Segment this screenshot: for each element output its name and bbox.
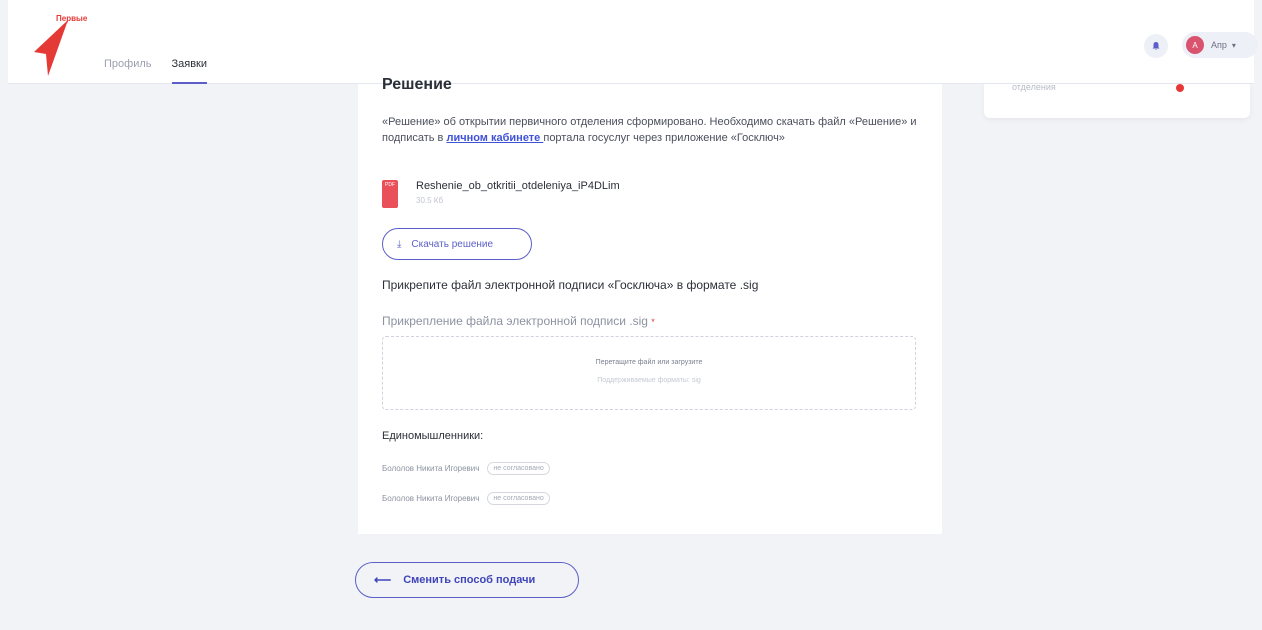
decision-description: «Решение» об открытии первичного отделен…: [382, 114, 922, 146]
person-name: Бололов Никита Игоревич: [382, 464, 480, 473]
dropzone-subtext: Поддерживаемые форматы: sig: [597, 377, 701, 384]
like-minded-item: Бололов Никита Игоревич не согласовано: [382, 462, 550, 475]
status-dot: [1176, 84, 1184, 92]
change-submission-method-button[interactable]: ⟵ Сменить способ подачи: [355, 562, 579, 598]
top-header: Первые Профиль Заявки А Апр ▾: [8, 0, 1258, 84]
arrow-left-icon: ⟵: [374, 573, 392, 587]
signature-label-text: Прикрепление файла электронной подписи .…: [382, 314, 648, 328]
back-button-label: Сменить способ подачи: [403, 574, 536, 586]
person-name: Бололов Никита Игоревич: [382, 494, 480, 503]
status-badge: не согласовано: [487, 462, 550, 475]
description-text-end: портала госуслуг через приложение «Госкл…: [543, 132, 785, 144]
file-info: Reshenie_ob_otkritii_otdeleniya_iP4DLim …: [416, 180, 620, 208]
like-minded-item: Бололов Никита Игоревич не согласовано: [382, 492, 550, 505]
status-side-card: отделения: [984, 82, 1250, 118]
download-decision-button[interactable]: ⤓ Скачать решение: [382, 228, 532, 260]
pdf-icon-label: PDF: [385, 182, 395, 188]
decision-card: Решение «Решение» об открытии первичного…: [358, 76, 942, 534]
side-card-text: отделения: [1012, 82, 1056, 92]
file-name: Reshenie_ob_otkritii_otdeleniya_iP4DLim: [416, 180, 620, 192]
notifications-button[interactable]: [1144, 34, 1168, 58]
user-menu[interactable]: А Апр ▾: [1182, 32, 1258, 58]
decision-file[interactable]: PDF Reshenie_ob_otkritii_otdeleniya_iP4D…: [382, 180, 620, 208]
file-size: 30.5 Кб: [416, 196, 444, 205]
status-badge: не согласовано: [487, 492, 550, 505]
download-icon: ⤓: [397, 238, 402, 250]
attach-hint: Прикрепите файл электронной подписи «Гос…: [382, 278, 759, 292]
logo-arrow-icon: [34, 20, 68, 76]
section-title: Решение: [382, 76, 452, 90]
dropzone-text: Перетащите файл или загрузите: [595, 359, 703, 366]
required-mark: *: [651, 317, 655, 327]
main-nav: Профиль Заявки: [104, 58, 227, 84]
pdf-file-icon: PDF: [382, 180, 398, 208]
like-minded-title: Единомышленники:: [382, 430, 484, 442]
download-button-label: Скачать решение: [411, 238, 494, 250]
user-name: Апр: [1211, 40, 1227, 50]
signature-field-label: Прикрепление файла электронной подписи .…: [382, 314, 655, 328]
nav-profile[interactable]: Профиль: [104, 58, 152, 84]
bell-icon: [1152, 42, 1160, 50]
avatar: А: [1186, 36, 1204, 54]
nav-requests[interactable]: Заявки: [171, 58, 208, 84]
chevron-down-icon: ▾: [1231, 40, 1236, 50]
logo[interactable]: Первые: [32, 6, 87, 78]
signature-dropzone[interactable]: Перетащите файл или загрузите Поддержива…: [382, 336, 916, 410]
personal-cabinet-link[interactable]: личном кабинете: [446, 132, 543, 144]
